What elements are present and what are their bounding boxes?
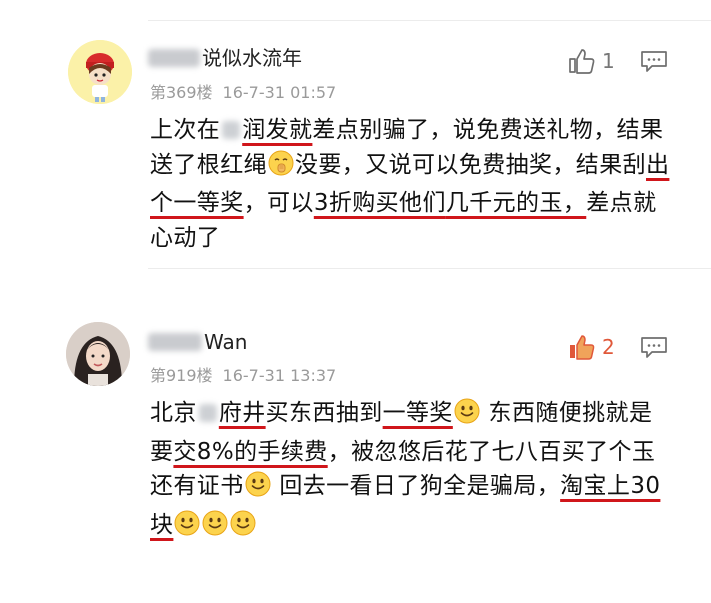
like-count: 1 [602, 49, 615, 73]
smile-emoji-icon [245, 471, 271, 508]
highlighted-text: 几千元的玉， [445, 190, 587, 216]
smile-emoji-icon [230, 510, 256, 547]
thumbs-up-icon [569, 49, 595, 74]
username[interactable]: Wan [148, 330, 247, 354]
comment-bubble-icon [641, 51, 667, 72]
reply-button[interactable] [640, 336, 668, 364]
redacted-text [198, 404, 217, 422]
like-button[interactable]: 2 [568, 334, 615, 360]
highlighted-text: 润发就 [242, 117, 313, 143]
highlighted-text: 交8%的手续费 [173, 438, 328, 465]
highlighted-text: 府井 [218, 400, 266, 426]
comment-text: 北京 府井买东西抽到一等奖 东西随便挑就是要交8%的手续费，被忽悠后花了七八百买了… [150, 396, 670, 546]
shush-emoji-icon [268, 150, 294, 187]
smile-emoji-icon [454, 398, 480, 435]
comment-meta: 第369楼 16-7-31 01:57 [150, 83, 336, 103]
avatar[interactable] [68, 40, 132, 104]
comment-meta: 第919楼 16-7-31 13:37 [150, 366, 336, 386]
floor-number: 第369楼 [150, 83, 213, 102]
text-segment: 上次在 [150, 117, 221, 143]
comment-text: 上次在 润发就差点别骗了，说免费送礼物，结果送了根红绳 没要，又说可以免费抽奖，结果… [150, 113, 670, 255]
comment-item: Wan 第919楼 16-7-31 13:37 2 北京 府井买东西抽到一等奖 东西… [0, 300, 711, 560]
redacted-name [148, 333, 202, 351]
comment-bubble-icon [641, 337, 667, 358]
text-segment: 北京 [150, 400, 197, 426]
smile-emoji-icon [174, 510, 200, 547]
redacted-text [222, 121, 241, 139]
divider [148, 268, 711, 269]
divider [148, 20, 711, 21]
reply-button[interactable] [640, 50, 668, 78]
text-segment: 没要，又说可以免费抽奖，结果刮 [295, 151, 646, 178]
comment-date: 16-7-31 13:37 [222, 366, 337, 385]
avatar[interactable] [66, 322, 130, 386]
like-button[interactable]: 1 [568, 48, 615, 74]
text-segment: 回去一看日了狗全是骗局， [271, 473, 561, 499]
text-segment: 买东西抽到 [265, 400, 383, 426]
thumbs-up-icon [570, 335, 595, 360]
smile-emoji-icon [202, 510, 228, 547]
highlighted-text: 一等奖 [382, 400, 453, 426]
like-count: 2 [602, 335, 615, 359]
redacted-name [148, 49, 200, 67]
comment-item: 说似水流年 第369楼 16-7-31 01:57 1 上次在 润发就差点别骗了，说… [0, 0, 711, 272]
username[interactable]: 说似水流年 [148, 46, 302, 70]
comment-date: 16-7-31 01:57 [222, 83, 337, 102]
highlighted-text: 3折购买他们 [313, 190, 446, 216]
separator-band [0, 272, 711, 300]
floor-number: 第919楼 [150, 366, 213, 385]
text-segment: ，可以 [243, 190, 314, 216]
